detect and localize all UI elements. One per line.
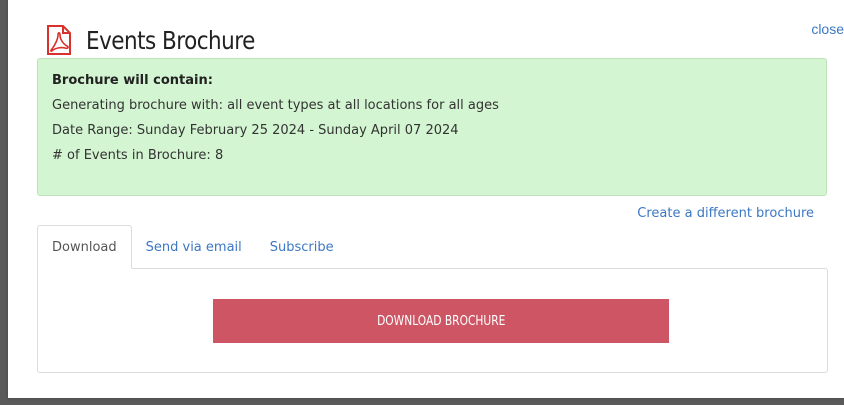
download-brochure-button[interactable]: DOWNLOAD BROCHURE bbox=[213, 299, 669, 343]
tab-subscribe[interactable]: Subscribe bbox=[256, 225, 348, 269]
modal-title: Events Brochure bbox=[86, 25, 255, 55]
download-brochure-button-label: DOWNLOAD BROCHURE bbox=[376, 313, 506, 329]
tab-download[interactable]: Download bbox=[37, 225, 132, 269]
brochure-modal: Events Brochure close Brochure will cont… bbox=[8, 0, 844, 398]
summary-line-date-range: Date Range: Sunday February 25 2024 - Su… bbox=[52, 123, 459, 138]
pdf-file-icon bbox=[46, 25, 72, 55]
close-link[interactable]: close bbox=[811, 21, 844, 37]
backdrop-left-edge bbox=[0, 0, 8, 405]
backdrop-bottom-edge bbox=[0, 398, 844, 405]
modal-header: Events Brochure bbox=[46, 22, 282, 58]
download-tab-panel: DOWNLOAD BROCHURE bbox=[37, 268, 828, 373]
brochure-summary-box: Brochure will contain: Generating brochu… bbox=[37, 58, 827, 196]
summary-heading: Brochure will contain: bbox=[52, 73, 213, 88]
summary-line-event-count: # of Events in Brochure: 8 bbox=[52, 148, 224, 163]
brochure-tabs: Download Send via email Subscribe bbox=[37, 225, 348, 269]
tab-send-via-email[interactable]: Send via email bbox=[132, 225, 256, 269]
summary-line-filters: Generating brochure with: all event type… bbox=[52, 98, 499, 113]
create-different-brochure-link[interactable]: Create a different brochure bbox=[637, 206, 814, 221]
